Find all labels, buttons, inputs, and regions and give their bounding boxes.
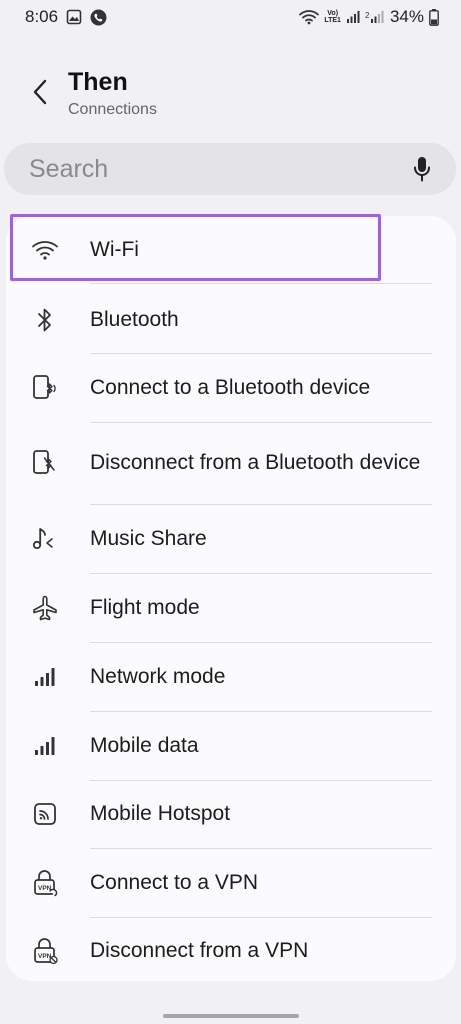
search-input[interactable] — [29, 154, 369, 184]
list-item-connect-bluetooth-device[interactable]: Connect to a Bluetooth device — [6, 370, 456, 406]
divider — [90, 504, 432, 505]
list-item-label: Bluetooth — [90, 308, 179, 331]
battery-percent: 34% — [389, 7, 424, 26]
divider — [90, 711, 432, 712]
list-item-label: Connect to a Bluetooth device — [90, 376, 371, 399]
call-notification-icon — [90, 9, 107, 26]
music-share-icon — [30, 524, 60, 554]
status-time: 8:06 — [25, 7, 59, 26]
divider — [90, 780, 432, 781]
wifi-status-icon — [299, 9, 320, 25]
bluetooth-disconnect-icon — [30, 448, 60, 478]
divider — [90, 353, 432, 354]
list-item-label: Wi-Fi — [90, 238, 139, 261]
divider — [90, 917, 432, 918]
list-item-bluetooth[interactable]: Bluetooth — [6, 302, 456, 338]
bluetooth-device-icon — [30, 373, 60, 403]
signal-bars-icon — [30, 731, 60, 761]
back-button[interactable] — [22, 74, 58, 110]
conditions-list: Wi-Fi Bluetooth Connect to a Bluetooth d… — [6, 216, 456, 981]
divider — [90, 283, 432, 284]
wifi-icon — [30, 235, 60, 265]
header: Then Connections — [0, 60, 461, 130]
airplane-icon — [30, 593, 60, 623]
list-item-mobile-hotspot[interactable]: Mobile Hotspot — [6, 796, 456, 832]
home-indicator — [163, 1014, 299, 1018]
svg-text:2: 2 — [365, 11, 370, 20]
list-item-music-share[interactable]: Music Share — [6, 521, 456, 557]
status-bar: 8:06 Vo) LTE1 2 34% — [0, 0, 461, 34]
page-title: Then — [68, 68, 128, 96]
list-item-flight-mode[interactable]: Flight mode — [6, 590, 456, 626]
photo-notification-icon — [66, 9, 82, 25]
chevron-left-icon — [33, 79, 47, 105]
list-item-label: Music Share — [90, 527, 207, 550]
list-item-mobile-data[interactable]: Mobile data — [6, 728, 456, 764]
battery-icon — [429, 8, 439, 26]
list-item-connect-vpn[interactable]: VPN Connect to a VPN — [6, 865, 456, 901]
divider — [90, 848, 432, 849]
list-item-disconnect-bluetooth-device[interactable]: Disconnect from a Bluetooth device — [6, 433, 456, 493]
mic-button[interactable] — [408, 154, 436, 184]
search-bar[interactable] — [4, 143, 456, 195]
microphone-icon — [414, 157, 430, 182]
list-item-label: Flight mode — [90, 596, 200, 619]
list-item-network-mode[interactable]: Network mode — [6, 659, 456, 695]
list-item-label: Mobile Hotspot — [90, 802, 231, 825]
list-item-label: Disconnect from a VPN — [90, 939, 309, 962]
list-item-wifi[interactable]: Wi-Fi — [6, 232, 456, 268]
list-item-label: Mobile data — [90, 734, 199, 757]
divider — [90, 422, 432, 423]
list-item-label: Connect to a VPN — [90, 871, 259, 894]
bluetooth-icon — [30, 305, 60, 335]
list-item-label: Disconnect from a Bluetooth device — [90, 451, 421, 474]
volte-status-icon: Vo) LTE1 — [324, 10, 341, 24]
page-subtitle: Connections — [68, 101, 157, 118]
list-item-disconnect-vpn[interactable]: VPN Disconnect from a VPN — [6, 933, 456, 969]
divider — [90, 642, 432, 643]
signal-bars-icon — [30, 662, 60, 692]
vpn-disconnect-icon: VPN — [30, 936, 60, 966]
volte-label: Vo) — [327, 10, 339, 17]
lte-label: LTE1 — [324, 17, 341, 24]
list-item-label: Network mode — [90, 665, 226, 688]
divider — [90, 573, 432, 574]
hotspot-icon — [30, 799, 60, 829]
signal-sim1-icon — [346, 10, 360, 24]
signal-sim2-icon: 2 — [365, 10, 385, 24]
vpn-lock-icon: VPN — [30, 868, 60, 898]
